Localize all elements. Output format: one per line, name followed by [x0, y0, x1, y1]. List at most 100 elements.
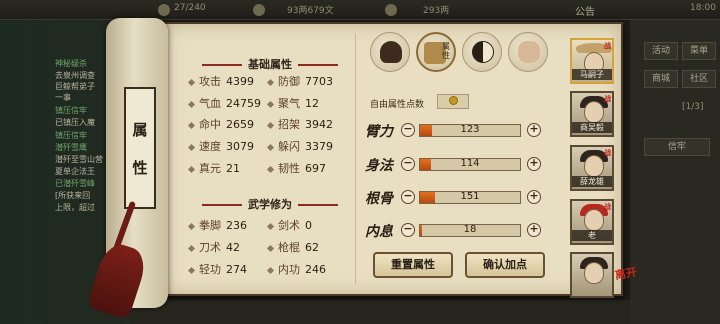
diamond-icon	[266, 266, 275, 274]
tab-meridian[interactable]	[508, 32, 548, 72]
strength-minus-button[interactable]: −	[401, 123, 415, 137]
strength-bar: 123	[419, 124, 521, 137]
title-ornament	[202, 204, 242, 206]
top-status-bar: 27/240 93两679文 293两	[0, 0, 720, 20]
coin-icon	[448, 96, 458, 105]
activity-button[interactable]: 活动	[644, 42, 678, 60]
constitution-bar: 151	[419, 191, 521, 204]
scroll-title-char: 性	[132, 159, 148, 177]
tab-attributes[interactable]: 属性	[416, 32, 456, 72]
character-icon	[380, 41, 402, 63]
diamond-icon	[266, 244, 275, 252]
clock: 18:00	[690, 3, 716, 13]
silver-value: 93两679文	[287, 6, 334, 16]
battle-tag: 战	[604, 42, 611, 50]
menu-button[interactable]: 菜单	[682, 42, 716, 60]
tab-character[interactable]	[370, 32, 410, 72]
diamond-icon	[187, 78, 196, 86]
community-button[interactable]: 社区	[682, 70, 716, 88]
agility-minus-button[interactable]: −	[401, 157, 415, 171]
stat-speed: 速度 3079	[187, 138, 254, 154]
tab-yin-yang[interactable]	[462, 32, 502, 72]
title-ornament	[298, 64, 338, 66]
notice-button[interactable]: 公告	[575, 3, 595, 18]
face-icon	[584, 209, 604, 231]
quest-line: 巨鲸帮弟子	[55, 82, 95, 91]
meridian-body-icon	[518, 41, 540, 63]
column-divider	[355, 34, 356, 284]
attr-strength-glyph: 臂力	[365, 124, 393, 140]
party-member-name: 马嗣子	[572, 69, 612, 80]
bottom-toolbar	[130, 300, 630, 324]
stat-hp: 气血 24759	[187, 95, 261, 111]
quest-line: 去泉州调查	[55, 71, 95, 80]
skill-lightness: 轻功 274	[187, 261, 247, 277]
breath-plus-button[interactable]: +	[527, 223, 541, 237]
face-icon	[584, 155, 604, 177]
diamond-icon	[187, 165, 196, 173]
stat-accuracy: 命中 2659	[187, 116, 254, 132]
free-points-label: 自由属性点数	[370, 100, 425, 110]
gold-value: 293两	[423, 6, 450, 16]
party-member-portrait[interactable]: 战 马嗣子	[570, 38, 614, 84]
skill-sword: 剑术 0	[266, 217, 312, 233]
quest-line: [所获来回	[55, 191, 91, 200]
quest-line: 镇压信牢	[55, 106, 87, 115]
diamond-icon	[266, 165, 275, 173]
attr-breath-glyph: 内息	[365, 224, 393, 240]
battle-tag: 战	[604, 95, 611, 103]
silver-icon	[253, 4, 265, 16]
constitution-value: 151	[460, 191, 480, 202]
energy-value: 27/240	[174, 3, 206, 13]
diamond-icon	[266, 222, 275, 230]
quest-line: 镇压信牢	[55, 131, 87, 140]
stat-true-energy: 真元 21	[187, 160, 240, 176]
attr-constitution-glyph: 根骨	[365, 191, 393, 207]
party-member-portrait[interactable]: 战 薛龙雄	[570, 145, 614, 191]
diamond-icon	[187, 222, 196, 230]
attribute-panel: 基础属性 攻击 4399 防御 7703 气血 24759 聚气 12 命中 2659 招…	[163, 22, 623, 296]
scroll-title-char: 属	[132, 121, 148, 139]
shop-button[interactable]: 商城	[644, 70, 678, 88]
martial-arts-title: 武学修为	[185, 196, 355, 212]
free-points-value	[437, 94, 469, 109]
party-member-portrait[interactable]	[570, 252, 614, 298]
stat-focus: 聚气 12	[266, 95, 319, 111]
agility-bar: 114	[419, 158, 521, 171]
reset-attributes-button[interactable]: 重置属性	[373, 252, 453, 278]
quest-line: 已潜歼雪峰	[55, 179, 95, 188]
attr-agility-glyph: 身法	[365, 158, 393, 174]
quest-line: 已镇压入魔	[55, 118, 95, 127]
diamond-icon	[187, 143, 196, 151]
party-member-portrait[interactable]: 战 老	[570, 199, 614, 245]
page-counter: [1/3]	[682, 102, 704, 112]
skill-inner: 内功 246	[266, 261, 326, 277]
scroll-title-box: 属 性	[124, 87, 156, 209]
stat-defense: 防御 7703	[266, 73, 333, 89]
diamond-icon	[187, 121, 196, 129]
prison-button[interactable]: 信牢	[644, 138, 710, 156]
agility-plus-button[interactable]: +	[527, 157, 541, 171]
leave-seal-button[interactable]: 离开	[614, 266, 644, 294]
constitution-minus-button[interactable]: −	[401, 190, 415, 204]
skill-spear: 枪棍 62	[266, 239, 319, 255]
party-member-name: 老	[572, 230, 612, 241]
diamond-icon	[187, 244, 196, 252]
right-menu-panel: 活动 菜单 商城 社区 [1/3] 信牢	[630, 20, 720, 324]
quest-line: 夏单企法王	[55, 167, 95, 176]
quest-line: 潜歼至雪山营	[55, 155, 103, 164]
breath-minus-button[interactable]: −	[401, 223, 415, 237]
stat-dodge: 躲闪 3379	[266, 138, 333, 154]
yin-yang-icon	[472, 41, 494, 63]
basic-attributes-title: 基础属性	[185, 56, 355, 72]
breath-value: 18	[463, 224, 477, 235]
diamond-icon	[266, 143, 275, 151]
battle-tag: 战	[604, 149, 611, 157]
party-member-name: 薛龙雄	[572, 176, 612, 187]
quest-line: 潜歼雪鹰	[55, 143, 87, 152]
stat-attack: 攻击 4399	[187, 73, 254, 89]
constitution-plus-button[interactable]: +	[527, 190, 541, 204]
party-member-portrait[interactable]: 战 商吴毅	[570, 91, 614, 137]
strength-plus-button[interactable]: +	[527, 123, 541, 137]
confirm-points-button[interactable]: 确认加点	[465, 252, 545, 278]
